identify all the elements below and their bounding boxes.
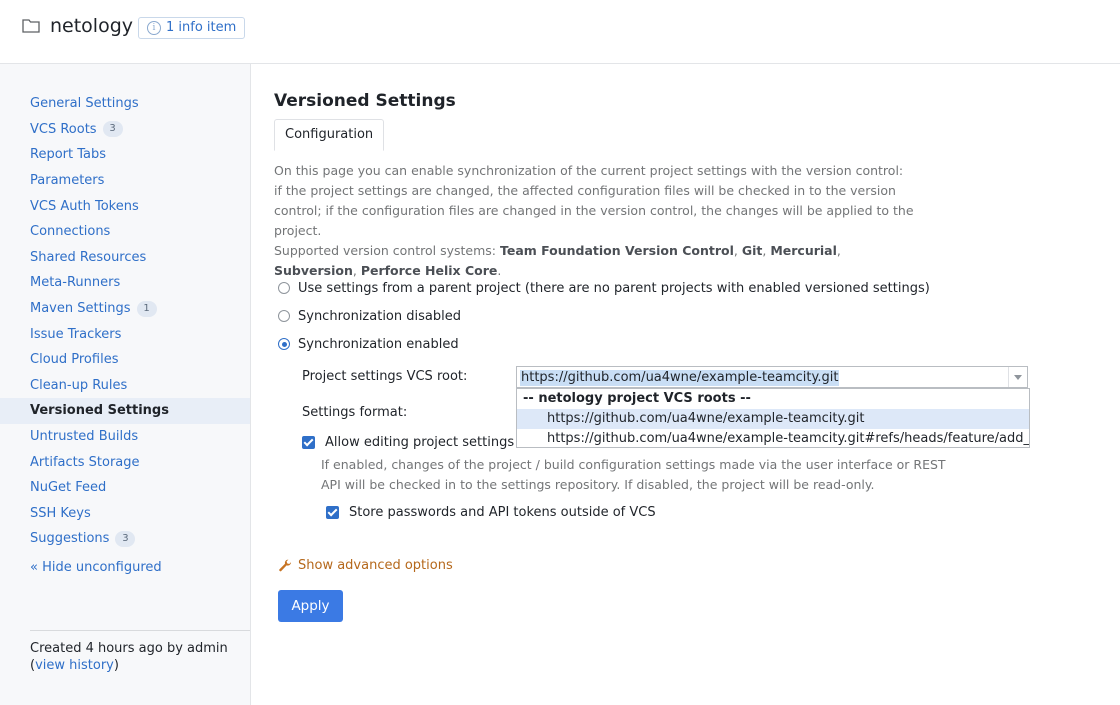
vcs-root-selected-value: https://github.com/ua4wne/example-teamci… bbox=[520, 370, 840, 386]
sidebar-item-label: Cloud Profiles bbox=[30, 352, 119, 368]
radio-sync-enabled[interactable]: Synchronization enabled bbox=[278, 334, 459, 354]
sidebar-nav: General Settings VCS Roots 3 Report Tabs … bbox=[0, 91, 250, 552]
dropdown-option[interactable]: https://github.com/ua4wne/example-teamci… bbox=[517, 429, 1029, 449]
dropdown-group-header: -- netology project VCS roots -- bbox=[523, 391, 751, 406]
created-text: Created 4 hours ago by admin bbox=[30, 641, 228, 656]
project-header: netology i 1 info item bbox=[0, 0, 1120, 64]
info-items-badge[interactable]: i 1 info item bbox=[138, 17, 246, 39]
count-badge: 3 bbox=[115, 530, 136, 547]
sidebar-item-versioned-settings[interactable]: Versioned Settings bbox=[0, 398, 250, 424]
sidebar-item-label: Report Tabs bbox=[30, 147, 107, 163]
vcs-root-label: Project settings VCS root: bbox=[302, 369, 468, 384]
sidebar-item-nuget-feed[interactable]: NuGet Feed bbox=[0, 475, 250, 501]
sidebar-item-connections[interactable]: Connections bbox=[0, 219, 250, 245]
sidebar-item-parameters[interactable]: Parameters bbox=[0, 168, 250, 194]
hide-unconfigured-link[interactable]: « Hide unconfigured bbox=[30, 560, 162, 575]
store-passwords-label: Store passwords and API tokens outside o… bbox=[349, 504, 656, 520]
vcs-git: Git bbox=[741, 243, 763, 258]
radio-sync-disabled[interactable]: Synchronization disabled bbox=[278, 306, 461, 326]
sidebar-item-report-tabs[interactable]: Report Tabs bbox=[0, 142, 250, 168]
radio-label: Use settings from a parent project (ther… bbox=[298, 280, 930, 296]
sidebar-item-label: NuGet Feed bbox=[30, 480, 107, 496]
sidebar-item-label: General Settings bbox=[30, 96, 139, 112]
sidebar-item-label: Versioned Settings bbox=[30, 403, 169, 419]
folder-icon bbox=[22, 19, 40, 33]
count-badge: 1 bbox=[136, 300, 157, 317]
allow-editing-checkbox-row[interactable]: Allow editing project settings vi bbox=[302, 433, 530, 451]
sidebar-item-shared-resources[interactable]: Shared Resources bbox=[0, 245, 250, 271]
apply-button[interactable]: Apply bbox=[278, 590, 343, 622]
sidebar-item-meta-runners[interactable]: Meta-Runners bbox=[0, 270, 250, 296]
sidebar-item-label: Connections bbox=[30, 224, 111, 240]
count-badge: 3 bbox=[102, 121, 123, 138]
sidebar-item-vcs-roots[interactable]: VCS Roots 3 bbox=[0, 117, 250, 143]
vcs-perforce: Perforce Helix Core bbox=[360, 263, 498, 278]
wrench-icon bbox=[279, 559, 292, 571]
description-text: On this page you can enable synchronizat… bbox=[274, 163, 914, 238]
created-info: Created 4 hours ago by admin (view histo… bbox=[30, 640, 228, 674]
info-badge-label: 1 info item bbox=[166, 20, 237, 35]
sidebar-item-label: Clean-up Rules bbox=[30, 377, 128, 393]
sidebar-item-cloud-profiles[interactable]: Cloud Profiles bbox=[0, 347, 250, 373]
vcs-subversion: Subversion bbox=[274, 263, 353, 278]
settings-format-label: Settings format: bbox=[302, 405, 408, 420]
sidebar-item-label: VCS Roots bbox=[30, 121, 97, 137]
radio-use-parent-settings[interactable]: Use settings from a parent project (ther… bbox=[278, 278, 930, 298]
sidebar-item-general-settings[interactable]: General Settings bbox=[0, 91, 250, 117]
vcs-root-select[interactable]: https://github.com/ua4wne/example-teamci… bbox=[516, 366, 1028, 388]
radio-label: Synchronization disabled bbox=[298, 308, 461, 324]
allow-editing-checkbox[interactable] bbox=[302, 435, 315, 449]
sidebar-item-label: Meta-Runners bbox=[30, 275, 121, 291]
store-passwords-checkbox[interactable] bbox=[326, 505, 339, 519]
store-passwords-checkbox-row[interactable]: Store passwords and API tokens outside o… bbox=[326, 503, 656, 521]
sidebar-item-suggestions[interactable]: Suggestions 3 bbox=[0, 526, 250, 552]
view-history-line: (view history) bbox=[30, 658, 119, 673]
sidebar-item-vcs-auth-tokens[interactable]: VCS Auth Tokens bbox=[0, 193, 250, 219]
sidebar-item-label: SSH Keys bbox=[30, 505, 91, 521]
sidebar-item-label: Parameters bbox=[30, 173, 105, 189]
sidebar-item-label: VCS Auth Tokens bbox=[30, 198, 139, 214]
allow-editing-help: If enabled, changes of the project / bui… bbox=[321, 457, 946, 492]
radio-label: Synchronization enabled bbox=[298, 336, 459, 352]
sidebar-item-untrusted-builds[interactable]: Untrusted Builds bbox=[0, 424, 250, 450]
sidebar-item-artifacts-storage[interactable]: Artifacts Storage bbox=[0, 449, 250, 475]
sidebar-item-issue-trackers[interactable]: Issue Trackers bbox=[0, 321, 250, 347]
project-title: netology bbox=[50, 15, 134, 37]
page-title: Versioned Settings bbox=[274, 91, 456, 111]
sidebar-item-label: Untrusted Builds bbox=[30, 429, 139, 445]
sidebar-divider bbox=[30, 630, 250, 631]
radio-button[interactable] bbox=[278, 282, 290, 294]
sidebar-item-clean-up-rules[interactable]: Clean-up Rules bbox=[0, 373, 250, 399]
sidebar-item-label: Maven Settings bbox=[30, 301, 131, 317]
sidebar-item-label: Shared Resources bbox=[30, 249, 147, 265]
sidebar-item-label: Artifacts Storage bbox=[30, 454, 140, 470]
vcs-tfvc: Team Foundation Version Control bbox=[499, 243, 734, 258]
info-icon: i bbox=[147, 21, 161, 35]
settings-sidebar: General Settings VCS Roots 3 Report Tabs … bbox=[0, 64, 251, 705]
description: On this page you can enable synchronizat… bbox=[274, 163, 914, 278]
radio-button[interactable] bbox=[278, 338, 290, 350]
chevron-down-icon[interactable] bbox=[1008, 367, 1027, 387]
sidebar-item-maven-settings[interactable]: Maven Settings 1 bbox=[0, 296, 250, 322]
show-advanced-options-link[interactable]: Show advanced options bbox=[278, 558, 453, 573]
advanced-options-label: Show advanced options bbox=[298, 558, 453, 573]
sidebar-item-ssh-keys[interactable]: SSH Keys bbox=[0, 501, 250, 527]
vcs-root-dropdown: -- netology project VCS roots -- https:/… bbox=[516, 388, 1030, 448]
radio-button[interactable] bbox=[278, 310, 290, 322]
supported-vcs-label: Supported version control systems: bbox=[274, 243, 500, 258]
tab-configuration[interactable]: Configuration bbox=[274, 119, 385, 151]
view-history-link[interactable]: view history bbox=[35, 658, 114, 673]
allow-editing-label: Allow editing project settings vi bbox=[325, 434, 530, 450]
sidebar-item-label: Issue Trackers bbox=[30, 326, 122, 342]
vcs-mercurial: Mercurial bbox=[770, 243, 837, 258]
dropdown-option[interactable]: https://github.com/ua4wne/example-teamci… bbox=[517, 409, 1029, 429]
sidebar-item-label: Suggestions bbox=[30, 531, 110, 547]
